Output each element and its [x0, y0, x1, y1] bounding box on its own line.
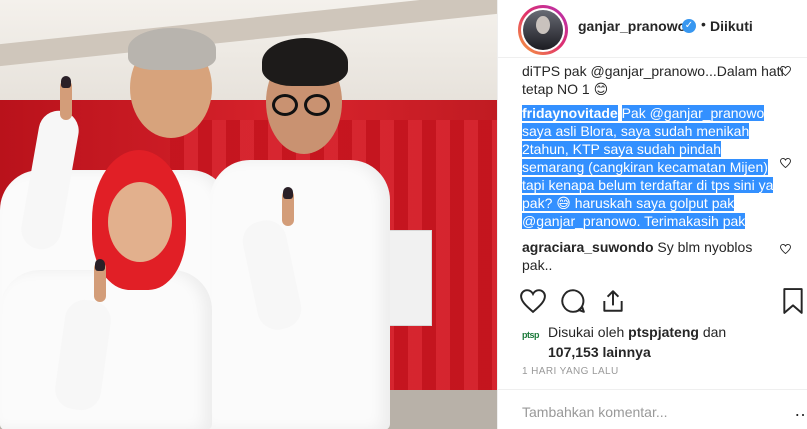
verified-badge-icon: ✓ [682, 19, 696, 33]
bookmark-icon[interactable] [782, 288, 804, 314]
comment-like-heart-icon[interactable] [780, 66, 791, 76]
post-timestamp[interactable]: 1 HARI YANG LALU [522, 366, 619, 377]
comments-list[interactable]: diTPS pak @ganjar_pranowo...Dalam hati t… [498, 58, 807, 282]
comment-username[interactable]: fridaynovitade [522, 105, 618, 121]
comment-item: agraciara_suwondo Sy blm nyoblos pak.. [522, 238, 784, 274]
comment-username[interactable]: agraciara_suwondo [522, 239, 654, 255]
comment-text: diTPS pak @ganjar_pranowo...Dalam hati t… [522, 63, 784, 97]
post-header: ganjar_pranowo ✓ • Diikuti [498, 0, 807, 58]
post-photo[interactable] [0, 0, 497, 429]
header-separator-dot: • [701, 16, 706, 32]
more-options-icon[interactable]: … [794, 400, 807, 421]
comment-item: diTPS pak @ganjar_pranowo...Dalam hati t… [522, 62, 784, 98]
likes-count[interactable]: 107,153 lainnya [548, 344, 651, 360]
comment-like-heart-icon[interactable] [780, 158, 791, 168]
comment-like-heart-icon[interactable] [780, 244, 791, 254]
post-actions [498, 282, 807, 320]
following-button[interactable]: Diikuti [710, 18, 753, 34]
post-side-panel: ganjar_pranowo ✓ • Diikuti diTPS pak @ga… [497, 0, 807, 429]
likes-prefix: Disukai oleh [548, 324, 629, 340]
liker-username[interactable]: ptspjateng [628, 324, 699, 340]
comment-text: Pak @ganjar_pranowo saya asli Blora, say… [522, 105, 774, 229]
profile-avatar[interactable] [518, 5, 568, 55]
add-comment-input[interactable] [522, 404, 784, 420]
heart-icon[interactable] [520, 288, 546, 314]
profile-username[interactable]: ganjar_pranowo [578, 18, 686, 34]
comment-item: fridaynovitade Pak @ganjar_pranowo saya … [522, 104, 784, 230]
likes-middle: dan [698, 324, 727, 340]
share-icon[interactable] [600, 288, 626, 314]
photo-ballot-box [386, 230, 432, 326]
comment-icon[interactable] [560, 288, 586, 314]
liker-avatar[interactable]: ptsp [522, 325, 542, 340]
add-comment-bar: … [498, 389, 807, 429]
